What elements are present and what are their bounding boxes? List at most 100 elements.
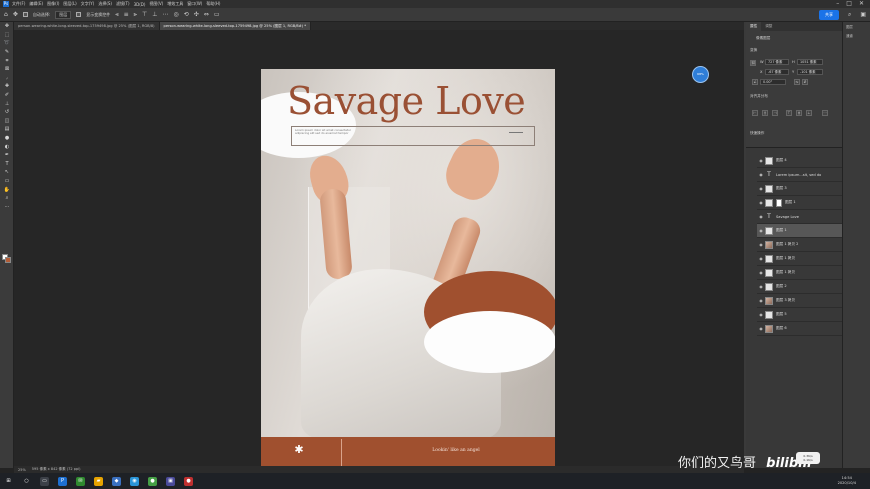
menu-help[interactable]: 帮助(H)	[206, 1, 220, 7]
3d-slide-icon[interactable]: ⇔	[204, 11, 209, 18]
eye-icon[interactable]: ◉	[757, 242, 765, 247]
layer-name[interactable]: 图层 3	[776, 186, 787, 191]
dodge-tool-icon[interactable]: ◐	[0, 142, 14, 151]
document-canvas[interactable]: Savage Love Lorem ipsum dolor sit amet c…	[261, 69, 555, 469]
layer-row[interactable]: ◉ T Lorem ipsum...sit, sed do	[757, 168, 842, 182]
search-icon[interactable]: ○	[22, 476, 31, 486]
angle-field[interactable]: 0.00°	[760, 79, 786, 85]
menu-3d[interactable]: 3D(D)	[134, 2, 146, 7]
background-color-swatch[interactable]	[5, 257, 11, 263]
more-options-icon[interactable]: ⋯	[822, 110, 828, 116]
hand-tool-icon[interactable]: ✋	[0, 185, 14, 194]
layer-row[interactable]: ◉ 图层 3	[757, 182, 842, 196]
eye-icon[interactable]: ◉	[757, 284, 765, 289]
auto-select-target-dropdown[interactable]: 图层	[55, 10, 72, 19]
layer-row[interactable]: ◉ 图层 1	[757, 224, 842, 238]
layer-row[interactable]: ◉ 图层 3 拷贝	[757, 294, 842, 308]
layer-name[interactable]: 图层 1 拷贝 2	[776, 242, 798, 247]
layer-row[interactable]: ◉ 图层 4	[757, 154, 842, 168]
align-left-icon[interactable]: ⫷	[115, 11, 118, 19]
align-bottom-edge-icon[interactable]: ⊥	[806, 110, 812, 116]
tab-properties[interactable]: 属性	[746, 22, 762, 31]
more-tools-icon[interactable]: ⋯	[0, 202, 14, 211]
lasso-tool-icon[interactable]: ➰	[0, 39, 14, 48]
home-icon[interactable]: ⌂	[4, 11, 8, 18]
layer-name[interactable]: 图层 1 拷贝	[776, 256, 795, 261]
close-icon[interactable]: ✕	[859, 0, 864, 8]
layer-name[interactable]: 图层 1 拷贝	[776, 270, 795, 275]
align-top-edge-icon[interactable]: ⊤	[786, 110, 792, 116]
x-field[interactable]: -67 像素	[765, 69, 789, 75]
menu-view[interactable]: 视图(V)	[149, 1, 163, 7]
layer-name[interactable]: 图层 3 拷贝	[776, 298, 795, 303]
windows-start-icon[interactable]: ⊞	[4, 476, 13, 486]
system-clock[interactable]: 14:54 2020/10/4	[838, 476, 856, 486]
minimize-icon[interactable]: –	[836, 0, 839, 8]
layer-name[interactable]: 图层 4	[776, 158, 787, 163]
eraser-tool-icon[interactable]: ◫	[0, 117, 14, 126]
3d-mode-icon[interactable]: ◎	[173, 11, 178, 18]
height-field[interactable]: 1051 像素	[797, 59, 823, 65]
move-tool-icon[interactable]: ✥	[0, 22, 14, 31]
layer-row[interactable]: ◉ 图层 6	[757, 322, 842, 336]
distribute-icon[interactable]: ⋯	[162, 11, 168, 18]
document-info[interactable]: 595 像素 x 842 像素 (72 ppi)	[32, 467, 81, 472]
eye-icon[interactable]: ◉	[757, 200, 765, 205]
frame-tool-icon[interactable]: ⊠	[0, 65, 14, 74]
browser-icon[interactable]: ◉	[130, 476, 139, 486]
app-red-icon[interactable]: ●	[184, 476, 193, 486]
zoom-level[interactable]: 25%	[18, 468, 26, 472]
align-right-edge-icon[interactable]: ⊣	[772, 110, 778, 116]
layer-name[interactable]: 图层 2	[776, 284, 787, 289]
share-button[interactable]: 共享	[818, 9, 839, 20]
3d-rotate-icon[interactable]: ⟲	[184, 11, 189, 18]
eye-icon[interactable]: ◉	[757, 270, 765, 275]
menu-filter[interactable]: 滤镜(T)	[116, 1, 130, 7]
layer-row[interactable]: ◉ 图层 5	[757, 308, 842, 322]
wechat-icon[interactable]: ✉	[76, 476, 85, 486]
path-select-tool-icon[interactable]: ↖	[0, 168, 14, 177]
align-v-center-icon[interactable]: ┿	[796, 110, 802, 116]
layer-row[interactable]: ◉ T Savage Love	[757, 210, 842, 224]
eye-icon[interactable]: ◉	[757, 186, 765, 191]
move-tool-icon[interactable]: ✥	[13, 11, 18, 18]
tab-channels[interactable]: 通道	[843, 31, 870, 40]
maximize-icon[interactable]: □	[846, 0, 852, 8]
flip-vertical-icon[interactable]: ⇵	[802, 79, 808, 85]
layer-row[interactable]: ◉ 图层 1 拷贝	[757, 252, 842, 266]
align-h-center-icon[interactable]: ┼	[762, 110, 768, 116]
marquee-tool-icon[interactable]: ⬚	[0, 31, 14, 40]
layer-row[interactable]: ◉ 图层 1 拷贝	[757, 266, 842, 280]
align-left-edge-icon[interactable]: ⊢	[752, 110, 758, 116]
3d-scale-icon[interactable]: ▭	[214, 11, 220, 18]
shape-tool-icon[interactable]: ▭	[0, 177, 14, 186]
crop-tool-icon[interactable]: ⌗	[0, 56, 14, 65]
app-green-icon[interactable]: ●	[148, 476, 157, 486]
menu-image[interactable]: 图像(I)	[47, 1, 59, 7]
eye-icon[interactable]: ◉	[757, 228, 765, 233]
gradient-tool-icon[interactable]: ▤	[0, 125, 14, 134]
layer-mask-thumbnail[interactable]	[776, 198, 782, 207]
search-icon[interactable]: ⌕	[848, 11, 851, 19]
photoshop-taskbar-icon[interactable]: P	[58, 476, 67, 486]
3d-pan-icon[interactable]: ✣	[194, 11, 199, 18]
type-tool-icon[interactable]: T	[0, 160, 14, 169]
brush-tool-icon[interactable]: ✐	[0, 91, 14, 100]
layer-row[interactable]: ◉ 图层 2	[757, 280, 842, 294]
eye-icon[interactable]: ◉	[757, 326, 765, 331]
align-center-icon[interactable]: ≡	[124, 11, 129, 18]
layer-name[interactable]: Lorem ipsum...sit, sed do	[776, 173, 821, 177]
zoom-tool-icon[interactable]: ⌕	[0, 194, 14, 203]
layer-name[interactable]: 图层 1	[785, 200, 796, 205]
tab-adjustments[interactable]: 调整	[761, 22, 776, 31]
eye-icon[interactable]: ◉	[757, 158, 765, 163]
task-view-icon[interactable]: ▭	[40, 476, 49, 486]
tab-layers[interactable]: 图层	[843, 22, 870, 31]
menu-select[interactable]: 选择(S)	[98, 1, 112, 7]
healing-tool-icon[interactable]: ✚	[0, 82, 14, 91]
layer-name[interactable]: 图层 5	[776, 312, 787, 317]
transform-controls-checkbox[interactable]	[76, 12, 82, 17]
floating-assistant-icon[interactable]: 68%	[692, 66, 709, 83]
align-middle-icon[interactable]: ⊥	[152, 11, 157, 18]
menu-edit[interactable]: 编辑(E)	[29, 1, 43, 7]
